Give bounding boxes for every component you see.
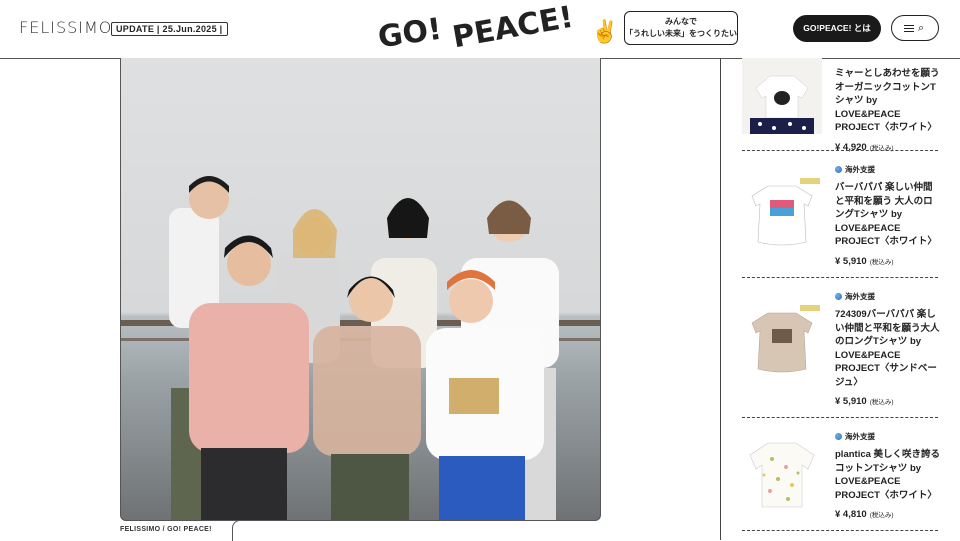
globe-icon [835,433,842,440]
peace-hand-icon: ✌ [591,19,619,44]
product-image[interactable] [742,178,822,254]
product-divider [742,417,938,418]
about-go-peace-button[interactable]: GO!PEACE! とは [793,15,881,42]
product-name[interactable]: ミャーとしあわせを願うオーガニックコットンTシャツ by LOVE&PEACE … [835,67,941,135]
tagline-box: みんなで 「うれしい未来」をつくりたい [624,11,738,45]
sidebar-divider [720,58,721,540]
product-card[interactable]: ミャーとしあわせを願うオーガニックコットンTシャツ by LOVE&PEACE … [742,58,940,153]
felissimo-logo[interactable]: FELISSIMO [19,18,112,37]
photo-credit-tab [232,520,353,541]
product-info: 海外支援 バーバパパ 楽しい仲間と平和を願う 大人のロングTシャツ by LOV… [835,164,941,267]
price-value: ¥ 5,910 [835,396,867,407]
go-peace-logo[interactable]: GO! PEACE! [375,0,588,56]
tax-note: (税込み) [869,512,894,519]
product-category: 海外支援 [835,431,941,442]
menu-icon [904,25,914,32]
product-price: ¥ 4,810 (税込み) [835,509,941,520]
product-category: 海外支援 [835,164,941,175]
tax-note: (税込み) [869,258,894,266]
product-name[interactable]: バーバパパ 楽しい仲間と平和を願う 大人のロングTシャツ by LOVE&PEA… [835,181,941,249]
product-info: ミャーとしあわせを願うオーガニックコットンTシャツ by LOVE&PEACE … [835,67,941,153]
product-name[interactable]: 724309バーバパパ 楽しい仲間と平和を願う大人のロングTシャツ by LOV… [835,308,941,389]
product-name[interactable]: plantica 美しく咲き誇るコットンTシャツ by LOVE&PEACE P… [835,448,941,502]
product-price: ¥ 5,910 (税込み) [835,396,941,407]
update-date-badge: UPDATE | 25.Jun.2025 | [111,22,228,36]
product-card[interactable]: 海外支援 724309バーバパパ 楽しい仲間と平和を願う大人のロングTシャツ b… [742,291,941,407]
price-value: ¥ 4,810 [835,509,867,520]
search-icon: ⌕ [918,22,925,34]
product-card[interactable]: 海外支援 plantica 美しく咲き誇るコットンTシャツ by LOVE&PE… [742,431,941,521]
menu-search-button[interactable]: ⌕ [891,15,939,41]
site-header: FELISSIMO UPDATE | 25.Jun.2025 | GO! PEA… [0,0,960,59]
product-divider [742,530,938,531]
product-divider [742,150,938,151]
logo-peace-text: PEACE! [449,0,577,56]
globe-icon [835,166,842,173]
product-image[interactable] [742,305,822,381]
category-label: 海外支援 [845,432,875,441]
product-image[interactable] [742,439,822,515]
product-price: ¥ 5,910 (税込み) [835,256,941,267]
group-photo [120,58,601,521]
photo-credit: FELISSIMO / GO! PEACE! [120,526,212,533]
product-info: 海外支援 plantica 美しく咲き誇るコットンTシャツ by LOVE&PE… [835,431,941,520]
product-image[interactable] [742,58,822,134]
price-value: ¥ 5,910 [835,255,867,267]
category-label: 海外支援 [845,165,875,174]
tagline-line-2: 「うれしい未来」をつくりたい [625,29,737,38]
tax-note: (税込み) [869,399,894,406]
product-info: 海外支援 724309バーバパパ 楽しい仲間と平和を願う大人のロングTシャツ b… [835,291,941,407]
category-label: 海外支援 [845,292,875,301]
globe-icon [835,293,842,300]
product-card[interactable]: 海外支援 バーバパパ 楽しい仲間と平和を願う 大人のロングTシャツ by LOV… [742,164,938,268]
tagline-line-1: みんなで [665,17,697,26]
product-divider [742,277,938,278]
product-category: 海外支援 [835,291,941,302]
logo-go-text: GO! [375,11,444,56]
